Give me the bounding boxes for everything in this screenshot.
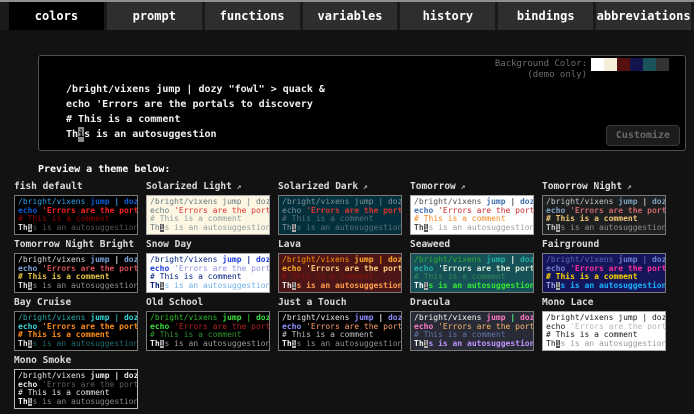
theme-card-seaweed[interactable]: Seaweed/bright/vixens jump | dozy "fowl"…	[410, 239, 534, 293]
external-link-icon[interactable]: ↗	[456, 182, 466, 191]
theme-name[interactable]: Tomorrow ↗	[410, 181, 534, 193]
theme-preview-terminal[interactable]: /bright/vixens jump | dozy "fowl" > quac…	[14, 369, 138, 409]
sample-autosuggestion-line: This is an autosuggestion	[414, 224, 530, 233]
external-link-icon[interactable]: ↗	[622, 182, 632, 191]
sample-autosuggestion-line: This is an autosuggestion	[18, 340, 134, 349]
tab-variables[interactable]: variables	[303, 2, 398, 30]
bg-swatch-dark-red[interactable]	[617, 58, 630, 71]
theme-card-mono-smoke[interactable]: Mono Smoke/bright/vixens jump | dozy "fo…	[14, 355, 138, 409]
sample-autosuggestion-line: This is an autosuggestion	[150, 224, 266, 233]
theme-preview-terminal[interactable]: /bright/vixens jump | dozy "fowl" > quac…	[410, 311, 534, 351]
theme-preview-terminal[interactable]: /bright/vixens jump | dozy "fowl" > quac…	[14, 253, 138, 293]
customize-button[interactable]: Customize	[606, 125, 680, 146]
sample-autosuggestion-line: This is an autosuggestion	[282, 224, 398, 233]
theme-name[interactable]: Just a Touch	[278, 297, 402, 309]
sample-autosuggestion-line: This is an autosuggestion	[18, 282, 134, 291]
theme-preview-terminal[interactable]: /bright/vixens jump | dozy "fowl" > quac…	[542, 195, 666, 235]
bg-swatch-white[interactable]	[591, 58, 604, 71]
theme-name[interactable]: Old School	[146, 297, 270, 309]
external-link-icon[interactable]: ↗	[232, 182, 242, 191]
sample-autosuggestion-line: This is an autosuggestion	[150, 340, 266, 349]
theme-preview-terminal[interactable]: /bright/vixens jump | dozy "fowl" > quac…	[146, 195, 270, 235]
theme-name[interactable]: Seaweed	[410, 239, 534, 251]
background-swatches	[591, 58, 682, 71]
theme-preview-terminal[interactable]: /bright/vixens jump | dozy "fowl" > quac…	[146, 311, 270, 351]
bg-swatch-charcoal[interactable]	[656, 58, 669, 71]
theme-preview-terminal[interactable]: /bright/vixens jump | dozy "fowl" > quac…	[278, 253, 402, 293]
theme-grid: fish default/bright/vixens jump | dozy "…	[14, 181, 694, 409]
theme-name[interactable]: Dracula	[410, 297, 534, 309]
theme-preview-terminal[interactable]: /bright/vixens jump | dozy "fowl" > quac…	[410, 253, 534, 293]
bg-swatch-black[interactable]	[669, 58, 682, 71]
tab-bindings[interactable]: bindings	[498, 2, 593, 30]
theme-card-tomorrow-night[interactable]: Tomorrow Night ↗ /bright/vixens jump | do…	[542, 181, 666, 235]
sample-comment-line: # This is a comment	[66, 112, 325, 127]
sample-autosuggestion-line: This is an autosuggestion	[282, 340, 398, 349]
theme-card-tomorrow-night-bright[interactable]: Tomorrow Night Bright ↗ /bright/vixens ju…	[14, 239, 138, 293]
background-color-label: Background Color:	[495, 59, 587, 70]
theme-name[interactable]: fish default	[14, 181, 138, 193]
sample-autosuggestion-line: This is an autosuggestion	[150, 282, 266, 291]
background-color-labels: Background Color: (demo only)	[495, 59, 587, 81]
tab-functions[interactable]: functions	[205, 2, 300, 30]
sample-autosuggestion-line: This is an autosuggestion	[546, 224, 662, 233]
tab-prompt[interactable]: prompt	[107, 2, 202, 30]
sample-autosuggestion-line: This is an autosuggestion	[66, 127, 325, 142]
theme-card-fairground[interactable]: Fairground/bright/vixens jump | dozy "fo…	[542, 239, 666, 293]
theme-preview-terminal[interactable]: /bright/vixens jump | dozy "fowl" > quac…	[14, 311, 138, 351]
sample-autosuggestion-line: This is an autosuggestion	[546, 282, 662, 291]
theme-preview-terminal[interactable]: /bright/vixens jump | dozy "fowl" > quac…	[278, 195, 402, 235]
fish-config-page: colorspromptfunctionsvariableshistorybin…	[0, 0, 694, 414]
external-link-icon[interactable]: ↗	[134, 240, 138, 249]
theme-name[interactable]: Solarized Dark ↗	[278, 181, 402, 193]
sample-error-line: echo 'Errors are the portals to discover…	[66, 97, 325, 112]
tab-colors[interactable]: colors	[9, 2, 104, 30]
theme-preview-terminal[interactable]: /bright/vixens jump | dozy "fowl" > quac…	[542, 311, 666, 351]
theme-name[interactable]: Tomorrow Night ↗	[542, 181, 666, 193]
theme-name[interactable]: Snow Day	[146, 239, 270, 251]
theme-preview-terminal[interactable]: /bright/vixens jump | dozy "fowl" > quac…	[542, 253, 666, 293]
theme-card-mono-lace[interactable]: Mono Lace/bright/vixens jump | dozy "fow…	[542, 297, 666, 351]
theme-card-tomorrow[interactable]: Tomorrow ↗ /bright/vixens jump | dozy "fo…	[410, 181, 534, 235]
theme-card-old-school[interactable]: Old School/bright/vixens jump | dozy "fo…	[146, 297, 270, 351]
tab-history[interactable]: history	[400, 2, 495, 30]
terminal-sample-lines: /bright/vixens jump | dozy "fowl" > quac…	[66, 82, 325, 142]
theme-card-bay-cruise[interactable]: Bay Cruise/bright/vixens jump | dozy "fo…	[14, 297, 138, 351]
theme-name[interactable]: Bay Cruise	[14, 297, 138, 309]
theme-card-snow-day[interactable]: Snow Day/bright/vixens jump | dozy "fowl…	[146, 239, 270, 293]
theme-preview-terminal[interactable]: /bright/vixens jump | dozy "fowl" > quac…	[278, 311, 402, 351]
theme-name[interactable]: Tomorrow Night Bright ↗	[14, 239, 138, 251]
theme-card-lava[interactable]: Lava/bright/vixens jump | dozy "fowl" > …	[278, 239, 402, 293]
theme-card-solarized-dark[interactable]: Solarized Dark ↗ /bright/vixens jump | do…	[278, 181, 402, 235]
demo-only-label: (demo only)	[495, 70, 587, 81]
sample-autosuggestion-line: This is an autosuggestion	[282, 282, 398, 291]
theme-card-just-a-touch[interactable]: Just a Touch/bright/vixens jump | dozy "…	[278, 297, 402, 351]
bg-swatch-navy[interactable]	[630, 58, 643, 71]
theme-name[interactable]: Mono Smoke	[14, 355, 138, 367]
theme-name[interactable]: Solarized Light ↗	[146, 181, 270, 193]
bg-swatch-teal[interactable]	[643, 58, 656, 71]
theme-name[interactable]: Fairground	[542, 239, 666, 251]
sample-autosuggestion-line: This is an autosuggestion	[414, 340, 530, 349]
sample-command-line: /bright/vixens jump | dozy "fowl" > quac…	[66, 82, 325, 97]
theme-name[interactable]: Lava	[278, 239, 402, 251]
theme-name[interactable]: Mono Lace	[542, 297, 666, 309]
section-title: Preview a theme below:	[38, 164, 694, 175]
background-color-picker: Background Color: (demo only)	[495, 58, 682, 81]
tab-bar: colorspromptfunctionsvariableshistorybin…	[0, 0, 694, 30]
bg-swatch-cream[interactable]	[604, 58, 617, 71]
sample-autosuggestion-line: This is an autosuggestion	[414, 282, 530, 291]
sample-autosuggestion-line: This is an autosuggestion	[18, 224, 134, 233]
theme-card-fish-default[interactable]: fish default/bright/vixens jump | dozy "…	[14, 181, 138, 235]
external-link-icon[interactable]: ↗	[358, 182, 368, 191]
theme-preview-terminal[interactable]: /bright/vixens jump | dozy "fowl" > quac…	[14, 195, 138, 235]
theme-card-dracula[interactable]: Dracula/bright/vixens jump | dozy "fowl"…	[410, 297, 534, 351]
theme-preview-terminal[interactable]: /bright/vixens jump | dozy "fowl" > quac…	[146, 253, 270, 293]
sample-autosuggestion-line: This is an autosuggestion	[18, 398, 134, 407]
theme-preview-terminal[interactable]: /bright/vixens jump | dozy "fowl" > quac…	[410, 195, 534, 235]
sample-autosuggestion-line: This is an autosuggestion	[546, 340, 662, 349]
tab-abbreviations[interactable]: abbreviations	[596, 2, 691, 30]
theme-card-solarized-light[interactable]: Solarized Light ↗ /bright/vixens jump | d…	[146, 181, 270, 235]
color-preview-terminal: Background Color: (demo only) /bright/vi…	[38, 55, 686, 151]
